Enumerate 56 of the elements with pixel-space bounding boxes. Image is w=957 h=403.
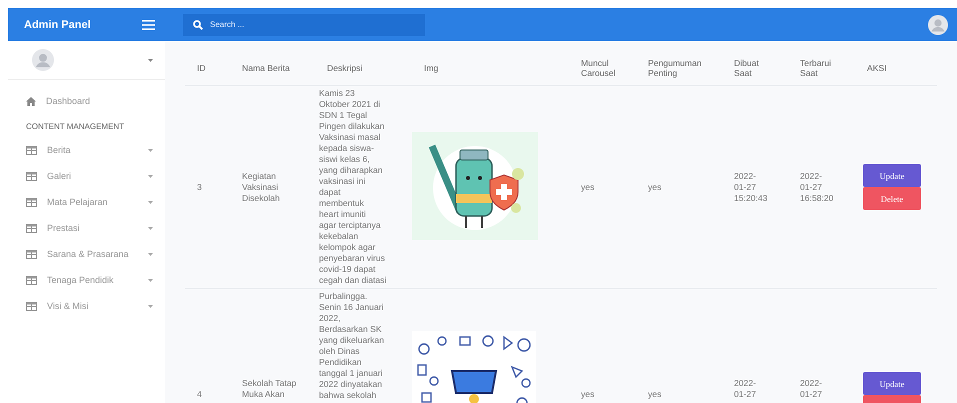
- column-header: Pengumuman Penting: [636, 50, 722, 86]
- sidebar-item[interactable]: Prestasi: [8, 215, 165, 241]
- table-cell: yes: [581, 389, 594, 399]
- sidebar-item[interactable]: Mata Pelajaran: [8, 189, 165, 215]
- sidebar-item[interactable]: Berita: [8, 137, 165, 163]
- section-title: CONTENT MANAGEMENT: [25, 121, 126, 133]
- column-header: Terbarui Saat: [788, 50, 855, 86]
- table-icon: [26, 302, 37, 310]
- table-icon: [26, 276, 37, 284]
- table-cell: 2022- 01-27: [734, 378, 756, 399]
- table-cell: 2022- 01-27 16:58:20: [800, 170, 834, 202]
- caret-icon: [148, 174, 153, 178]
- table-cell: yes: [648, 389, 662, 399]
- caret-icon: [148, 226, 153, 230]
- sidebar-item[interactable]: Galeri: [8, 163, 165, 189]
- table-cell: 4: [197, 389, 202, 399]
- table-cell: 2022- 01-27 15:20:43: [734, 170, 768, 202]
- table-icon: [26, 146, 37, 154]
- sidebar-item[interactable]: Visi & Misi: [8, 293, 165, 319]
- caret-icon: [148, 148, 153, 152]
- table-cell: Purbalingga. Senin 16 Januari 2022, Berdasarkan SK yang dikeluarkan oleh Dinas Pendidikan tanggal 1 januari 2022 dinyatakan bahwa sekolah: [319, 291, 384, 400]
- table-icon: [26, 172, 37, 180]
- column-header: Muncul Carousel: [569, 50, 636, 86]
- sidebar-item[interactable]: Sarana & Prasarana: [8, 241, 165, 267]
- search-icon: [193, 20, 203, 30]
- table-icon: [26, 250, 37, 258]
- table-cell: Kegiatan Vaksinasi Disekolah: [242, 170, 280, 202]
- column-header: Nama Berita: [230, 50, 315, 86]
- table-icon: [26, 224, 37, 232]
- sidebar-item[interactable]: Tenaga Pendidik: [8, 267, 165, 293]
- column-header: Deskripsi: [315, 50, 412, 86]
- update-button[interactable]: Update: [863, 164, 921, 187]
- avatar-icon: [32, 49, 54, 71]
- table-cell: yes: [648, 182, 662, 192]
- table-icon: [26, 198, 37, 206]
- avatar-icon[interactable]: [928, 14, 948, 34]
- table-cell: 2022- 01-27: [800, 378, 822, 399]
- table-cell: Sekolah Tatap Muka Akan: [242, 378, 296, 399]
- table-cell: yes: [581, 182, 594, 192]
- caret-icon: [148, 278, 153, 282]
- column-header: Dibuat Saat: [722, 50, 788, 86]
- table-cell: 3: [197, 182, 202, 192]
- column-header: ID: [185, 50, 230, 86]
- table-cell: Kamis 23 Oktober 2021 di SDN 1 Tegal Pingen dilakukan Vaksinasi masal kepada siswa- siswi kelas 6, yang diharapkan vaksinasi ini dapat membentuk heart imuniti agar terciptanya kekebalan kelompok agar penyebaran virus covid-19 dapat cegah dan diatasi: [319, 88, 386, 285]
- delete-button[interactable]: Delete: [863, 187, 921, 210]
- caret-icon: [148, 200, 153, 204]
- update-button[interactable]: Update: [863, 372, 921, 395]
- brand-title: Admin Panel: [24, 18, 91, 30]
- caret-icon: [148, 304, 153, 308]
- caret-icon[interactable]: [148, 58, 153, 62]
- dashboard-link[interactable]: Dashboard: [8, 88, 165, 114]
- home-icon: [26, 96, 36, 106]
- column-header: Img: [412, 50, 569, 86]
- menu-icon[interactable]: [142, 20, 155, 30]
- caret-icon: [148, 252, 153, 256]
- column-header: AKSI: [855, 50, 937, 86]
